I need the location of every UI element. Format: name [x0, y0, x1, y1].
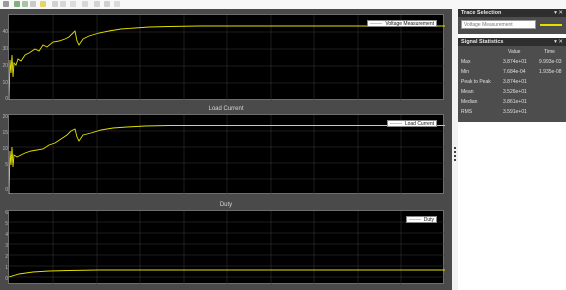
- legend-label: Load Current: [404, 121, 434, 127]
- grip-dot: [454, 159, 456, 161]
- legend-label: Voltage Measurement: [385, 21, 434, 27]
- ytick: 20: [2, 63, 8, 69]
- signal-statistics-panel: Signal Statistics ▾ ✕ Value Time Max 3.8…: [458, 38, 566, 122]
- cursor-icon[interactable]: [82, 1, 88, 7]
- legend-swatch: [408, 219, 421, 221]
- trace-color-swatch: [540, 24, 562, 26]
- legend-label: Duty: [423, 217, 434, 223]
- scope-toolbar: [0, 0, 566, 9]
- signal-statistics-header[interactable]: Signal Statistics ▾ ✕: [458, 38, 566, 46]
- stats-value: 3.874e+01: [503, 79, 527, 85]
- scope-display: Voltage Measurement 40 30 20 10 0 Load C…: [0, 9, 452, 290]
- trace-selection-panel: Trace Selection ▾ ✕ Voltage Measurement: [458, 9, 566, 34]
- measure-icon[interactable]: [104, 1, 110, 7]
- ytick: 15: [2, 130, 8, 136]
- stop-icon[interactable]: [30, 1, 36, 7]
- grip-dot: [454, 147, 456, 149]
- stats-label: Min: [461, 69, 470, 75]
- legend-swatch: [370, 23, 383, 25]
- stats-col-value: Value: [508, 49, 521, 55]
- ytick: 3: [5, 243, 8, 249]
- plot-voltage[interactable]: Voltage Measurement: [8, 14, 445, 101]
- stats-row: Median 3.861e+01: [458, 98, 566, 107]
- ytick: 0: [5, 187, 8, 193]
- stats-value: 7.684e-04: [503, 69, 526, 75]
- trace-selection-header[interactable]: Trace Selection ▾ ✕: [458, 9, 566, 17]
- stats-label: Mean: [461, 89, 474, 95]
- ytick: 10: [2, 80, 8, 86]
- stats-time: 9.993e-03: [539, 59, 562, 65]
- ytick: 40: [2, 29, 8, 35]
- ytick: 0: [5, 276, 8, 282]
- autoscale-icon[interactable]: [70, 1, 76, 7]
- ytick: 5: [5, 221, 8, 227]
- grip-dot: [454, 151, 456, 153]
- ytick: 30: [2, 46, 8, 52]
- duty-trace: [9, 211, 445, 285]
- grip-dot: [454, 155, 456, 157]
- settings-icon[interactable]: [3, 1, 9, 7]
- ytick: 5: [5, 162, 8, 168]
- ytick: 1: [5, 265, 8, 271]
- panel-title: Trace Selection: [461, 10, 502, 16]
- stats-label: Median: [461, 99, 478, 105]
- plot-title-current: Load Current: [208, 106, 244, 112]
- pan-icon[interactable]: [60, 1, 66, 7]
- stats-row: Max 3.874e+01 9.993e-03: [458, 58, 566, 67]
- trigger-icon[interactable]: [94, 1, 100, 7]
- plot-title-duty: Duty: [219, 202, 233, 208]
- ytick: 4: [5, 232, 8, 238]
- plot-duty[interactable]: Duty: [8, 210, 445, 285]
- highlight-icon[interactable]: [40, 1, 46, 7]
- legend-duty[interactable]: Duty: [405, 216, 437, 223]
- stats-value: 3.861e+01: [503, 99, 527, 105]
- plot-load-current[interactable]: Load Current: [8, 114, 445, 195]
- stats-label: Peak to Peak: [461, 79, 491, 85]
- legend-voltage[interactable]: Voltage Measurement: [367, 20, 437, 27]
- ytick: 0: [5, 96, 8, 102]
- stats-row: Mean 3.526e+01: [458, 88, 566, 97]
- ytick: 2: [5, 254, 8, 260]
- stats-row: RMS 3.591e+01: [458, 108, 566, 117]
- step-forward-icon[interactable]: [22, 1, 28, 7]
- stats-row: Peak to Peak 3.874e+01: [458, 78, 566, 87]
- legend-swatch: [389, 123, 402, 125]
- ytick: 10: [2, 146, 8, 152]
- stats-value: 3.874e+01: [503, 59, 527, 65]
- stats-col-time: Time: [544, 49, 555, 55]
- ytick: 20: [2, 114, 8, 120]
- stats-value: 3.526e+01: [503, 89, 527, 95]
- stats-label: Max: [461, 59, 471, 65]
- trace-select-dropdown[interactable]: Voltage Measurement: [461, 20, 536, 29]
- stats-label: RMS: [461, 109, 473, 115]
- layout-icon[interactable]: [114, 1, 120, 7]
- stats-value: 3.591e+01: [503, 109, 527, 115]
- current-trace: [9, 115, 445, 195]
- panel-controls-icon[interactable]: ▾ ✕: [554, 38, 563, 46]
- stats-row: Min 7.684e-04 1.935e-08: [458, 68, 566, 77]
- legend-current[interactable]: Load Current: [386, 120, 437, 127]
- ytick: 6: [5, 210, 8, 216]
- panel-controls-icon[interactable]: ▾ ✕: [554, 9, 563, 17]
- stats-time: 1.935e-08: [539, 69, 562, 75]
- run-icon[interactable]: [14, 1, 20, 7]
- panel-title: Signal Statistics: [461, 39, 504, 45]
- zoom-icon[interactable]: [52, 1, 58, 7]
